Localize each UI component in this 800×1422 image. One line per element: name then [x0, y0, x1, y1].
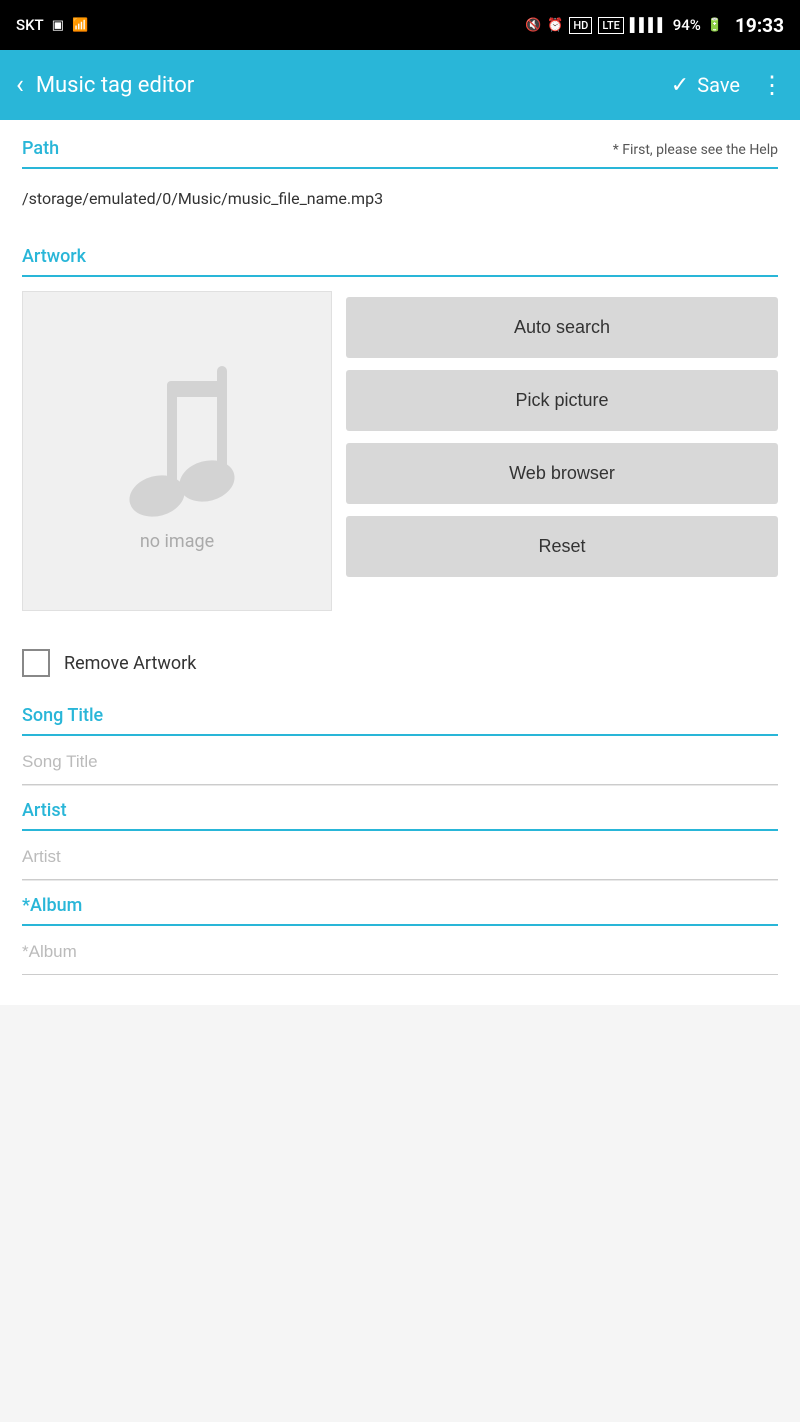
checkmark-icon: ✓	[671, 73, 689, 98]
artwork-image-box: no image	[22, 291, 332, 611]
signal-bars: ▌▌▌▌	[630, 17, 667, 33]
carrier-text: SKT	[16, 16, 44, 34]
more-options-button[interactable]: ⋮	[760, 71, 784, 99]
lte-badge: LTE	[598, 17, 624, 34]
save-label: Save	[697, 73, 740, 97]
time-display: 19:33	[735, 14, 784, 37]
album-section: *Album	[0, 881, 800, 975]
reset-button[interactable]: Reset	[346, 516, 778, 577]
path-label: Path	[22, 138, 59, 159]
pick-picture-button[interactable]: Pick picture	[346, 370, 778, 431]
status-left: SKT ▣ 📶	[16, 16, 88, 34]
path-hint: * First, please see the Help	[613, 142, 778, 158]
path-header: Path * First, please see the Help	[22, 138, 778, 169]
artwork-container: no image Auto search Pick picture Web br…	[22, 291, 778, 611]
battery-icon: 🔋	[707, 18, 723, 33]
song-title-input[interactable]	[22, 736, 778, 785]
battery-text: 94%	[673, 16, 701, 34]
remove-artwork-row: Remove Artwork	[0, 635, 800, 691]
bottom-space	[0, 975, 800, 1005]
album-label: *Album	[22, 895, 778, 926]
web-browser-button[interactable]: Web browser	[346, 443, 778, 504]
signal-icon: ▣	[52, 18, 64, 33]
content: Path * First, please see the Help /stora…	[0, 120, 800, 1005]
artist-section: Artist	[0, 786, 800, 880]
remove-artwork-label[interactable]: Remove Artwork	[64, 653, 196, 674]
auto-search-button[interactable]: Auto search	[346, 297, 778, 358]
artwork-buttons: Auto search Pick picture Web browser Res…	[346, 291, 778, 611]
path-value: /storage/emulated/0/Music/music_file_nam…	[22, 183, 778, 222]
path-section: Path * First, please see the Help /stora…	[0, 120, 800, 232]
artwork-label: Artwork	[22, 246, 778, 277]
save-button[interactable]: ✓ Save	[671, 73, 740, 98]
hd-badge: HD	[569, 17, 592, 34]
remove-artwork-checkbox[interactable]	[22, 649, 50, 677]
app-title: Music tag editor	[36, 73, 671, 98]
album-input[interactable]	[22, 926, 778, 975]
music-note-icon	[82, 341, 272, 561]
artist-label: Artist	[22, 800, 778, 831]
artist-input[interactable]	[22, 831, 778, 880]
song-title-section: Song Title	[0, 691, 800, 785]
status-right: 🔇 ⏰ HD LTE ▌▌▌▌ 94% 🔋 19:33	[525, 14, 784, 37]
status-bar: SKT ▣ 📶 🔇 ⏰ HD LTE ▌▌▌▌ 94% 🔋 19:33	[0, 0, 800, 50]
song-title-label: Song Title	[22, 705, 778, 736]
artwork-section: Artwork	[0, 232, 800, 635]
back-button[interactable]: ‹	[16, 70, 24, 100]
app-bar: ‹ Music tag editor ✓ Save ⋮	[0, 50, 800, 120]
wifi-icon: 📶	[72, 18, 88, 33]
alarm-icon: ⏰	[547, 18, 563, 33]
mute-icon: 🔇	[525, 18, 541, 33]
no-image-text: no image	[140, 531, 214, 552]
